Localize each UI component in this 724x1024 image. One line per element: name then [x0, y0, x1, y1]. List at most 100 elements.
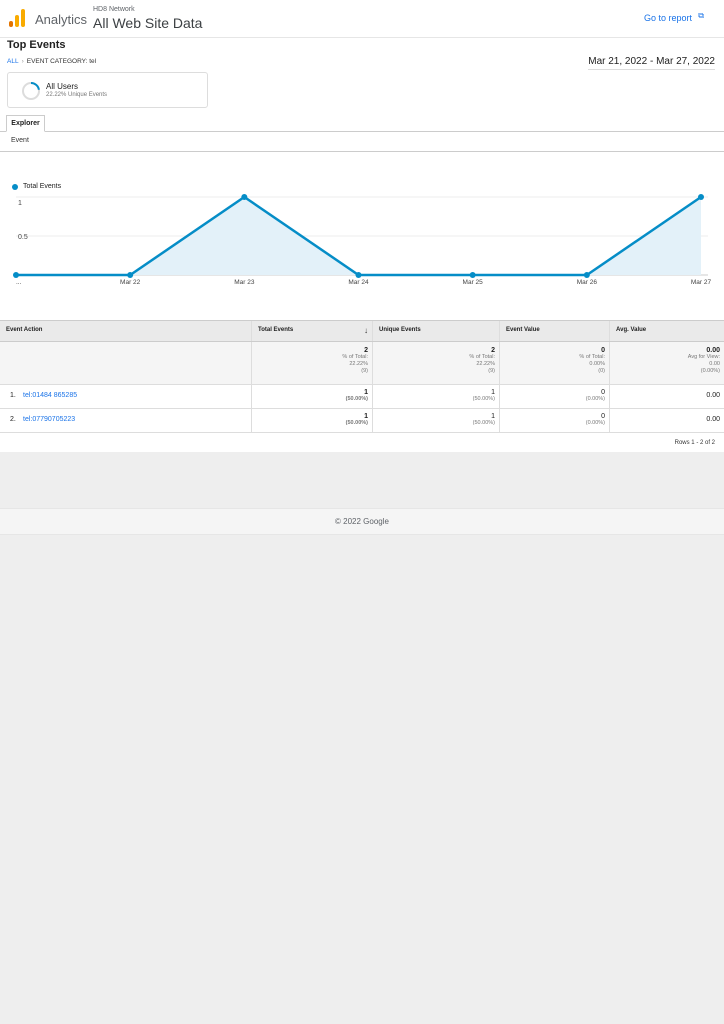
top-header: Analytics HD8 Network All Web Site Data …: [0, 0, 724, 38]
date-range-selector[interactable]: Mar 21, 2022 - Mar 27, 2022: [588, 56, 715, 70]
segment-card[interactable]: All Users 22.22% Unique Events: [7, 72, 208, 108]
totals-total-events: 2 % of Total: 22.22% (9): [252, 342, 373, 384]
col-unique-events[interactable]: Unique Events: [373, 321, 500, 341]
data-point[interactable]: [13, 272, 19, 278]
row-pct: (0.00%): [585, 420, 605, 426]
row-value: 0: [601, 413, 605, 420]
rows-info: Rows 1 - 2 of 2: [674, 440, 715, 446]
go-to-report-link[interactable]: Go to report: [644, 13, 692, 23]
row-number: 2.: [10, 416, 16, 423]
x-tick-label: Mar 27: [691, 279, 712, 286]
totals-label: % of Total:: [342, 354, 368, 360]
totals-pct: 0.00%: [589, 361, 605, 367]
breadcrumb-separator-icon: ›: [21, 58, 24, 65]
row-value: 0: [601, 389, 605, 396]
data-point[interactable]: [127, 272, 134, 278]
totals-spacer: [0, 342, 252, 384]
row-value: 1: [364, 389, 368, 396]
page-title: Top Events: [7, 39, 66, 51]
data-point[interactable]: [469, 272, 476, 278]
table-header-row: Event Action Total Events ↓ Unique Events…: [0, 320, 724, 342]
row-pct: (0.00%): [585, 396, 605, 402]
col-event-action[interactable]: Event Action: [0, 321, 252, 341]
totals-pct: 22.22%: [476, 361, 495, 367]
col-event-value[interactable]: Event Value: [500, 321, 610, 341]
totals-value: 2: [491, 347, 495, 354]
totals-pct: 0.00: [709, 361, 720, 367]
row-avg-value: 0.00: [610, 385, 724, 408]
row-value: 1: [364, 413, 368, 420]
row-value: 1: [491, 389, 495, 396]
row-value: 1: [491, 413, 495, 420]
row-pct: (50.00%): [345, 420, 368, 426]
account-name[interactable]: HD8 Network: [93, 6, 135, 13]
row-value: 0.00: [706, 392, 720, 399]
row-pct: (50.00%): [472, 396, 495, 402]
totals-unique-events: 2 % of Total: 22.22% (9): [373, 342, 500, 384]
breadcrumb-all-link[interactable]: ALL: [7, 58, 19, 65]
y-tick-label: 0.5: [18, 234, 28, 241]
table-row: 2. tel:07790705223 1 (50.00%) 1 (50.00%)…: [0, 409, 724, 433]
row-action-link[interactable]: tel:07790705223: [23, 416, 75, 423]
segment-donut-icon: [22, 82, 40, 100]
x-tick-label: Mar 24: [348, 279, 369, 286]
totals-abs: (0.00%): [700, 368, 720, 374]
totals-abs: (9): [361, 368, 368, 374]
totals-value: 0: [601, 347, 605, 354]
row-total-events: 1 (50.00%): [252, 409, 373, 432]
subtab-event[interactable]: Event: [11, 137, 29, 144]
sort-desc-icon[interactable]: ↓: [364, 326, 368, 335]
totals-event-value: 0 % of Total: 0.00% (0): [500, 342, 610, 384]
app-name: Analytics: [35, 12, 88, 27]
row-unique-events: 1 (50.00%): [373, 385, 500, 408]
row-number: 1.: [10, 392, 16, 399]
row-event-value: 0 (0.00%): [500, 409, 610, 432]
row-value: 0.00: [706, 416, 720, 423]
x-tick-label: Mar 23: [234, 279, 255, 286]
col-total-events-label: Total Events: [258, 327, 294, 333]
data-point[interactable]: [355, 272, 362, 278]
breadcrumb-current: EVENT CATEGORY: tel: [26, 58, 97, 65]
col-avg-value[interactable]: Avg. Value: [610, 321, 724, 341]
totals-label: % of Total:: [579, 354, 605, 360]
x-tick-label: Mar 25: [463, 279, 484, 286]
totals-label: % of Total:: [469, 354, 495, 360]
row-event-value: 0 (0.00%): [500, 385, 610, 408]
totals-abs: (9): [488, 368, 495, 374]
segment-subtitle: 22.22% Unique Events: [46, 92, 108, 98]
row-unique-events: 1 (50.00%): [373, 409, 500, 432]
events-chart[interactable]: 1 0.5 ... Mar 22 Mar 23 Mar 24 Mar 25 Mar 26 Ma…: [0, 170, 724, 320]
footer-copyright: © 2022 Google: [0, 508, 724, 535]
data-point[interactable]: [698, 194, 704, 200]
row-pct: (50.00%): [472, 420, 495, 426]
totals-label: Avg for View:: [687, 354, 720, 360]
table-totals-row: 2 % of Total: 22.22% (9) 2 % of Total: 2…: [0, 342, 724, 385]
tab-bar: Explorer: [0, 115, 724, 132]
totals-avg-value: 0.00 Avg for View: 0.00 (0.00%): [610, 342, 724, 384]
analytics-logo-icon: [9, 9, 25, 27]
totals-value: 2: [364, 347, 368, 354]
totals-pct: 22.22%: [349, 361, 368, 367]
row-pct: (50.00%): [345, 396, 368, 402]
divider: [0, 151, 724, 152]
x-tick-label: Mar 22: [120, 279, 141, 286]
row-action-cell: 1. tel:01484 865285: [0, 385, 252, 408]
totals-abs: (0): [598, 368, 605, 374]
breadcrumb: ALL › EVENT CATEGORY: tel: [7, 58, 96, 65]
y-tick-label: 1: [18, 200, 22, 207]
row-action-cell: 2. tel:07790705223: [0, 409, 252, 432]
tab-explorer[interactable]: Explorer: [6, 115, 45, 132]
row-total-events: 1 (50.00%): [252, 385, 373, 408]
segment-name: All Users: [46, 82, 79, 91]
external-link-icon[interactable]: ⧉: [698, 11, 704, 21]
row-avg-value: 0.00: [610, 409, 724, 432]
data-point[interactable]: [583, 272, 590, 278]
data-point[interactable]: [241, 194, 248, 200]
table-row: 1. tel:01484 865285 1 (50.00%) 1 (50.00%…: [0, 385, 724, 409]
row-action-link[interactable]: tel:01484 865285: [23, 392, 77, 399]
col-total-events[interactable]: Total Events ↓: [252, 321, 373, 341]
totals-value: 0.00: [706, 347, 720, 354]
x-tick-label: Mar 26: [577, 279, 598, 286]
x-tick-label: ...: [16, 279, 22, 286]
property-name[interactable]: All Web Site Data: [93, 15, 202, 31]
